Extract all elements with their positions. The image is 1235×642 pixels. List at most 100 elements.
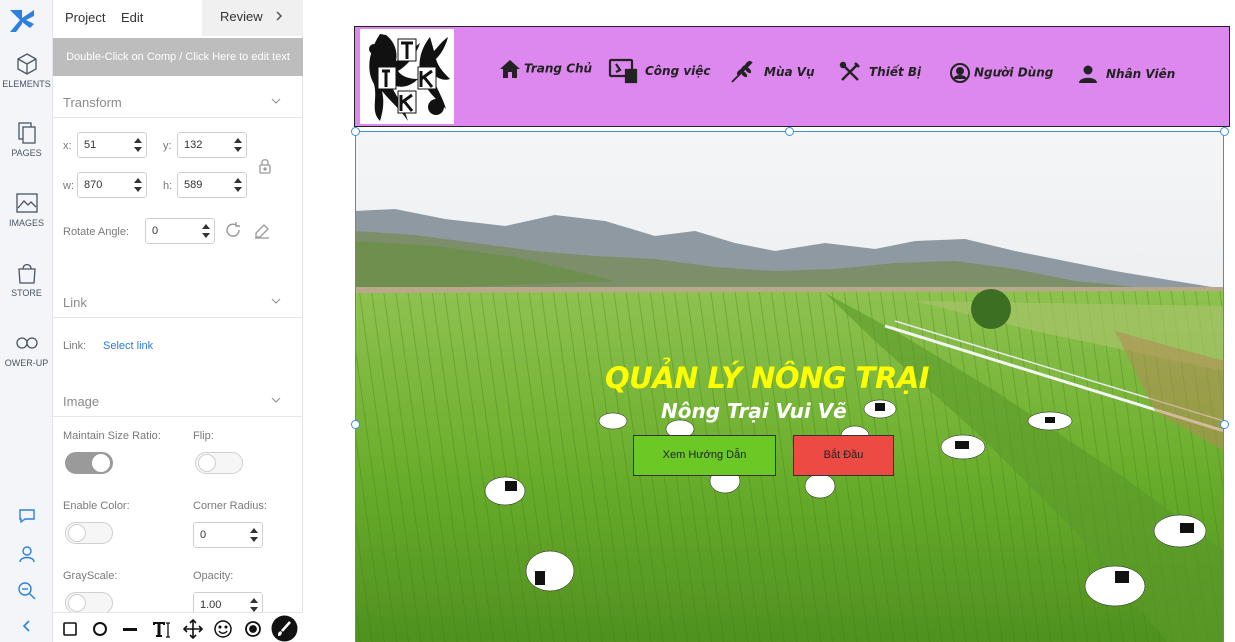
chat-icon: [18, 509, 35, 524]
app-logo-icon[interactable]: [8, 8, 36, 34]
lock-icon[interactable]: [258, 157, 272, 175]
rail-power-up[interactable]: OWER-UP: [0, 331, 53, 368]
transform-section-header[interactable]: Transform: [53, 86, 303, 118]
link-title: Link: [63, 295, 87, 310]
users-icon: [18, 546, 35, 563]
h-value: 589: [184, 179, 203, 191]
rail-elements-label: ELEMENTS: [2, 79, 51, 89]
properties-panel: Project Edit Review Double-Click on Comp…: [53, 0, 303, 642]
rotate-value: 0: [152, 225, 159, 237]
rail-elements[interactable]: ELEMENTS: [0, 52, 53, 89]
grayscale-label: GrayScale:: [63, 570, 118, 582]
image-title: Image: [63, 394, 100, 409]
chevron-right-icon: [276, 11, 283, 21]
review-label: Review: [220, 9, 263, 24]
y-input[interactable]: 132: [177, 132, 247, 158]
maintain-ratio-label: Maintain Size Ratio:: [63, 430, 161, 442]
flip-label: Flip:: [193, 430, 214, 442]
link-section-header[interactable]: Link: [53, 286, 303, 318]
square-tool-icon[interactable]: [59, 618, 81, 640]
nav-users[interactable]: Người Dùng: [949, 62, 1053, 84]
rotate-input[interactable]: 0: [145, 218, 215, 244]
chevron-down-icon: [271, 98, 281, 104]
select-link[interactable]: Select link: [103, 340, 153, 352]
link-label: Link:: [63, 340, 87, 352]
menu-edit[interactable]: Edit: [121, 10, 143, 25]
guide-button[interactable]: Xem Hướng Dẫn: [633, 435, 776, 476]
design-canvas[interactable]: Trang Chủ Công việc Mùa Vụ Thiết Bị Ngườ…: [303, 0, 1235, 642]
corner-radius-input[interactable]: 0: [193, 522, 263, 548]
stepper-icon[interactable]: [234, 176, 242, 194]
site-header[interactable]: Trang Chủ Công việc Mùa Vụ Thiết Bị Ngườ…: [354, 26, 1230, 127]
move-tool-icon[interactable]: [182, 618, 204, 640]
tk-logo-icon: [369, 34, 450, 121]
y-value: 132: [184, 139, 203, 151]
maintain-ratio-toggle[interactable]: [65, 452, 113, 474]
resize-handle-top[interactable]: [785, 127, 794, 136]
users-button[interactable]: [0, 544, 53, 569]
resize-handle-top-right[interactable]: [1220, 127, 1229, 136]
opacity-label: Opacity:: [193, 570, 234, 582]
transform-title: Transform: [63, 95, 122, 110]
x-input[interactable]: 51: [77, 132, 147, 158]
nav-home-label: Trang Chủ: [524, 61, 593, 76]
brush-tool-icon[interactable]: [271, 615, 298, 642]
rotate-icon[interactable]: [224, 221, 242, 239]
enable-color-toggle[interactable]: [65, 522, 113, 544]
chat-button[interactable]: [0, 506, 53, 531]
rail-images[interactable]: IMAGES: [0, 191, 53, 228]
hero-title: QUẢN LÝ NÔNG TRẠI: [605, 361, 930, 395]
nav-work[interactable]: Công việc: [608, 58, 711, 84]
h-label: h:: [163, 180, 173, 192]
grayscale-toggle[interactable]: [65, 592, 113, 614]
edit-text-hint[interactable]: Double-Click on Comp / Click Here to edi…: [53, 38, 303, 76]
nav-work-label: Công việc: [645, 63, 711, 78]
zoom-button[interactable]: [0, 581, 53, 606]
text-tool-icon[interactable]: [151, 618, 173, 640]
circle-tool-icon[interactable]: [89, 618, 111, 640]
start-button[interactable]: Bắt Đầu: [793, 435, 894, 476]
stepper-icon[interactable]: [202, 222, 210, 240]
hero-image[interactable]: QUẢN LÝ NÔNG TRẠI Nông Trại Vui Vẽ Xem H…: [355, 131, 1224, 642]
nav-users-label: Người Dùng: [974, 65, 1054, 80]
corner-radius-label: Corner Radius:: [193, 500, 267, 512]
line-tool-icon[interactable]: [119, 618, 141, 640]
w-input[interactable]: 870: [77, 172, 147, 198]
opacity-value: 1.00: [200, 599, 222, 611]
rail-power-up-label: OWER-UP: [4, 358, 49, 368]
left-rail: ELEMENTS PAGES IMAGES STORE OWER-UP: [0, 0, 53, 642]
resize-handle-left[interactable]: [351, 420, 360, 429]
corner-radius-value: 0: [200, 529, 207, 541]
nav-season-label: Mùa Vụ: [764, 64, 815, 79]
bag-icon: [17, 263, 36, 284]
stepper-icon[interactable]: [250, 526, 258, 544]
rail-store[interactable]: STORE: [0, 261, 53, 298]
w-value: 870: [84, 179, 103, 191]
emoji-tool-icon[interactable]: [212, 618, 234, 640]
nav-equipment[interactable]: Thiết Bị: [839, 61, 921, 83]
nav-home[interactable]: Trang Chủ: [499, 59, 592, 79]
nav-staff[interactable]: Nhân Viên: [1078, 64, 1175, 84]
collapse-button[interactable]: [0, 618, 53, 639]
infinity-icon: [15, 337, 38, 349]
resize-handle-top-left[interactable]: [351, 127, 360, 136]
chevron-down-icon: [271, 298, 281, 304]
image-section-header[interactable]: Image: [53, 385, 303, 417]
person-icon: [1079, 65, 1097, 83]
stepper-icon[interactable]: [234, 136, 242, 154]
stepper-icon[interactable]: [134, 176, 142, 194]
panel-topbar: Project Edit Review: [53, 0, 303, 36]
rail-pages[interactable]: PAGES: [0, 121, 53, 158]
record-tool-icon[interactable]: [242, 618, 264, 640]
h-input[interactable]: 589: [177, 172, 247, 198]
flip-toggle[interactable]: [195, 452, 243, 474]
review-button[interactable]: Review: [202, 0, 303, 36]
eraser-icon[interactable]: [253, 221, 271, 239]
home-icon: [500, 60, 520, 78]
menu-project[interactable]: Project: [65, 10, 105, 25]
resize-handle-right[interactable]: [1220, 420, 1229, 429]
stepper-icon[interactable]: [134, 136, 142, 154]
nav-season[interactable]: Mùa Vụ: [730, 60, 815, 84]
site-logo[interactable]: [360, 29, 454, 124]
nav-staff-label: Nhân Viên: [1106, 66, 1176, 81]
